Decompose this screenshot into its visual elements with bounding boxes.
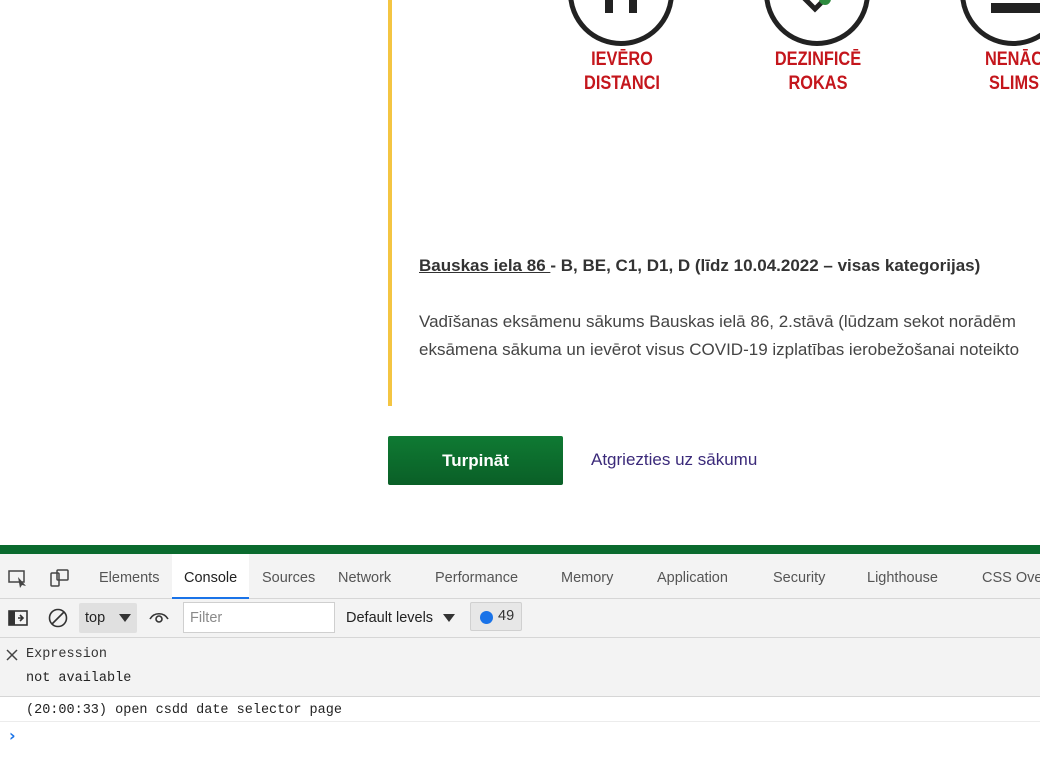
hand-sanitize-icon: [764, 0, 870, 46]
console-toolbar: top Default levels 49: [0, 599, 1040, 638]
tab-css-overview[interactable]: CSS Over: [982, 554, 1040, 597]
tab-lighthouse[interactable]: Lighthouse: [867, 554, 938, 597]
live-expression: Expression not available: [0, 638, 1040, 697]
close-icon[interactable]: [5, 648, 19, 662]
log-levels-label: Default levels: [346, 610, 434, 626]
back-to-start-link[interactable]: Atgriezties uz sākumu: [591, 450, 757, 470]
context-select[interactable]: top: [79, 603, 137, 633]
sidebar-toggle-icon[interactable]: [7, 607, 29, 629]
location-heading: Bauskas iela 86 - B, BE, C1, D1, D (līdz…: [419, 256, 980, 276]
filter-input[interactable]: [183, 602, 335, 633]
covid-rule-item: IEVĒRO DISTANCI: [552, 0, 692, 110]
icon-caption: DEZINFICĒ ROKAS: [774, 49, 862, 94]
location-categories: - B, BE, C1, D1, D (līdz 10.04.2022 – vi…: [550, 256, 981, 275]
body-line: eksāmena sākuma un ievērot visus COVID-1…: [419, 340, 1020, 359]
sick-person-icon: [960, 0, 1040, 46]
message-count: 49: [498, 608, 515, 624]
console-message-text: (20:00:33) open csdd date selector page: [26, 703, 342, 718]
tab-elements[interactable]: Elements: [99, 554, 159, 597]
covid-rule-item: NENĀC SLIMS: [944, 0, 1040, 110]
message-icon: [480, 611, 493, 624]
tab-memory[interactable]: Memory: [561, 554, 613, 597]
location-link[interactable]: Bauskas iela 86: [419, 256, 550, 275]
exam-info-panel: IEVĒRO DISTANCI DEZINFICĒ ROKAS NENĀC SL…: [388, 0, 1040, 406]
icon-caption: NENĀC SLIMS: [984, 49, 1040, 94]
covid-rule-item: DEZINFICĒ ROKAS: [748, 0, 888, 110]
chevron-down-icon: [443, 614, 456, 623]
chevron-down-icon: [119, 614, 131, 622]
console-message: (20:00:33) open csdd date selector page: [0, 697, 1040, 722]
inspect-element-icon[interactable]: [7, 567, 29, 589]
tab-application[interactable]: Application: [657, 554, 728, 597]
continue-button[interactable]: Turpināt: [388, 436, 563, 485]
devtools-panel: Elements Console Sources Network Perform…: [0, 554, 1040, 767]
message-count-badge[interactable]: 49: [470, 602, 522, 631]
tab-performance[interactable]: Performance: [435, 554, 518, 597]
tab-security[interactable]: Security: [773, 554, 825, 597]
tab-network[interactable]: Network: [338, 554, 391, 597]
expression-title[interactable]: Expression: [26, 647, 107, 662]
eye-icon[interactable]: [148, 607, 170, 629]
tab-console[interactable]: Console: [172, 554, 250, 599]
expression-value: not available: [26, 671, 132, 686]
device-toolbar-icon[interactable]: [48, 567, 70, 589]
icon-caption: IEVĒRO DISTANCI: [584, 49, 660, 94]
webpage-viewport: IEVĒRO DISTANCI DEZINFICĒ ROKAS NENĀC SL…: [0, 0, 1040, 545]
context-value: top: [85, 610, 106, 626]
log-levels-dropdown[interactable]: Default levels: [346, 603, 456, 633]
body-line: Vadīšanas eksāmenu sākums Bauskas ielā 8…: [419, 312, 1016, 331]
people-distance-icon: [568, 0, 674, 46]
devtools-tabbar: Elements Console Sources Network Perform…: [0, 554, 1040, 599]
page-bottom-bar: [0, 545, 1040, 554]
exam-start-text: Vadīšanas eksāmenu sākums Bauskas ielā 8…: [419, 308, 1019, 364]
prompt-chevron-icon: ›: [9, 726, 16, 745]
tab-sources[interactable]: Sources: [262, 554, 315, 597]
clear-console-icon[interactable]: [47, 607, 69, 629]
console-prompt[interactable]: ›: [0, 722, 1040, 748]
